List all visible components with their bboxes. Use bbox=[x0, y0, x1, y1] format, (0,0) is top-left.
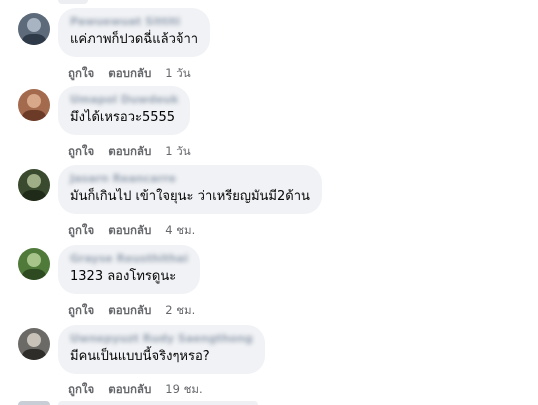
like-button[interactable]: ถูกใจ bbox=[68, 144, 94, 158]
comment-bubble: Grayse Reusthithai 1323 ลองโทรดูนะ bbox=[58, 245, 200, 294]
comment-bubble: Jasarn Reancarre มันก็เกินไป เข้าใจยุนะ … bbox=[58, 165, 322, 214]
profile-photo-icon bbox=[18, 169, 50, 201]
comment-text: 1323 ลองโทรดูนะ bbox=[70, 269, 177, 284]
comment-timestamp[interactable]: 19 ชม. bbox=[165, 382, 202, 396]
reply-button[interactable]: ตอบกลับ bbox=[108, 382, 151, 396]
like-button[interactable]: ถูกใจ bbox=[68, 303, 94, 317]
comment-text: มีคนเป็นแบบนี้จริงๆหรอ? bbox=[70, 349, 210, 364]
reply-button[interactable]: ตอบกลับ bbox=[108, 144, 151, 158]
profile-photo-icon bbox=[18, 89, 50, 121]
comment-timestamp[interactable]: 1 วัน bbox=[165, 66, 190, 80]
comment-timestamp[interactable]: 4 ชม. bbox=[165, 223, 195, 237]
comment-author[interactable]: Umapol Duwdeuk bbox=[70, 93, 178, 107]
reply-button[interactable]: ตอบกลับ bbox=[108, 303, 151, 317]
like-button[interactable]: ถูกใจ bbox=[68, 66, 94, 80]
reply-button[interactable]: ตอบกลับ bbox=[108, 223, 151, 237]
comment-actions: ถูกใจ ตอบกลับ 2 ชม. bbox=[68, 302, 195, 318]
previous-comment-edge bbox=[58, 0, 88, 4]
comment-bubble: Pawuewuat Sittiti แค่ภาพก็ปวดฉี่แล้วจ้าา bbox=[58, 8, 211, 57]
comment-author[interactable]: Uwnepyuzt Rudy Saengthong bbox=[70, 332, 253, 346]
comment-actions: ถูกใจ ตอบกลับ 4 ชม. bbox=[68, 222, 195, 238]
avatar[interactable] bbox=[18, 328, 50, 360]
comment-actions: ถูกใจ ตอบกลับ 19 ชม. bbox=[68, 381, 203, 397]
comment-actions: ถูกใจ ตอบกลับ 1 วัน bbox=[68, 143, 191, 159]
avatar[interactable] bbox=[18, 169, 50, 201]
profile-photo-icon bbox=[18, 13, 50, 45]
comment-timestamp[interactable]: 1 วัน bbox=[165, 144, 190, 158]
comment-bubble: Umapol Duwdeuk มึงได้เหรอวะ5555 bbox=[58, 86, 191, 135]
comment-text: แค่ภาพก็ปวดฉี่แล้วจ้าา bbox=[70, 32, 199, 47]
comment-author[interactable]: Grayse Reusthithai bbox=[70, 252, 188, 266]
reply-button[interactable]: ตอบกลับ bbox=[108, 66, 151, 80]
comment-author[interactable]: Pawuewuat Sittiti bbox=[70, 15, 198, 29]
like-button[interactable]: ถูกใจ bbox=[68, 382, 94, 396]
next-avatar-edge bbox=[18, 401, 50, 405]
comment-text: มันก็เกินไป เข้าใจยุนะ ว่าเหรียญมันมี2ด้… bbox=[70, 189, 310, 204]
profile-photo-icon bbox=[18, 248, 50, 280]
avatar[interactable] bbox=[18, 248, 50, 280]
like-button[interactable]: ถูกใจ bbox=[68, 223, 94, 237]
next-bubble-edge bbox=[58, 401, 258, 405]
comment-author[interactable]: Jasarn Reancarre bbox=[70, 172, 310, 186]
avatar[interactable] bbox=[18, 89, 50, 121]
profile-photo-icon bbox=[18, 328, 50, 360]
next-comment-edge bbox=[18, 401, 258, 405]
comment-thread: Pawuewuat Sittiti แค่ภาพก็ปวดฉี่แล้วจ้าา… bbox=[0, 0, 538, 405]
avatar[interactable] bbox=[18, 13, 50, 45]
comment-actions: ถูกใจ ตอบกลับ 1 วัน bbox=[68, 65, 191, 81]
comment-bubble: Uwnepyuzt Rudy Saengthong มีคนเป็นแบบนี้… bbox=[58, 325, 265, 374]
comment-text: มึงได้เหรอวะ5555 bbox=[70, 110, 176, 125]
comment-timestamp[interactable]: 2 ชม. bbox=[165, 303, 195, 317]
